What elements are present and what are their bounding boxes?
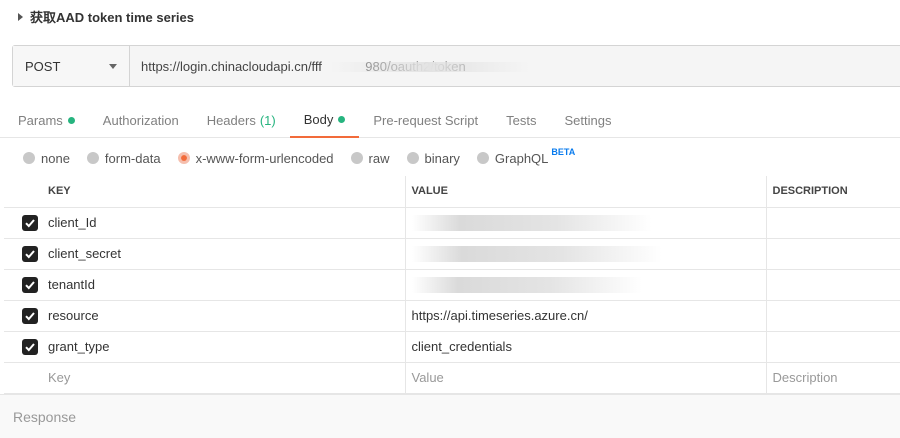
radio-circle[interactable]	[86, 152, 99, 164]
radio-label: x-www-form-urlencoded	[195, 150, 334, 166]
radio-circle[interactable]	[406, 152, 419, 164]
body-indicator-dot	[338, 116, 346, 123]
table-row-new: Key Value Description	[4, 362, 900, 394]
row-checkbox-cell	[4, 300, 42, 332]
row-description[interactable]	[766, 300, 900, 332]
table-header-row: KEY VALUE DESCRIPTION	[4, 176, 900, 208]
radio-form-data[interactable]: form-data	[86, 150, 161, 166]
description-input-placeholder[interactable]: Description	[766, 362, 900, 394]
header-checkbox-cell	[4, 176, 42, 208]
radio-circle-selected[interactable]	[177, 152, 190, 164]
tab-params[interactable]: Params	[0, 103, 89, 138]
redaction-blur	[411, 245, 662, 262]
row-checkbox-cell	[4, 238, 42, 270]
radio-label: form-data	[104, 150, 161, 166]
method-select[interactable]: POST	[13, 46, 130, 86]
radio-graphql[interactable]: GraphQL BETA	[476, 147, 575, 166]
row-value-redacted[interactable]	[405, 269, 767, 301]
tab-tests[interactable]: Tests	[492, 103, 550, 138]
params-indicator-dot	[67, 117, 75, 124]
radio-none[interactable]: none	[23, 151, 70, 166]
checkbox-checked-icon[interactable]	[22, 245, 38, 262]
tab-headers[interactable]: Headers (1)	[193, 103, 290, 138]
beta-badge: BETA	[551, 147, 576, 157]
key-input-placeholder[interactable]: Key	[42, 362, 406, 394]
table-row: resource https://api.timeseries.azure.cn…	[4, 300, 900, 332]
table-row: client_Id	[4, 207, 900, 239]
row-checkbox-cell	[4, 269, 42, 301]
request-title-row[interactable]: 获取AAD token time series	[0, 0, 900, 33]
table-row: grant_type client_credentials	[4, 331, 900, 363]
tab-body-label: Body	[303, 112, 334, 127]
header-description: DESCRIPTION	[766, 176, 900, 208]
tab-settings[interactable]: Settings	[550, 103, 625, 138]
row-key[interactable]: client_Id	[42, 207, 406, 239]
radio-x-www-form-urlencoded[interactable]: x-www-form-urlencoded	[177, 150, 334, 166]
response-label: Response	[13, 408, 77, 425]
header-key: KEY	[42, 176, 406, 208]
url-input[interactable]: https://login.chinacloudapi.cn/fff 980/o…	[130, 46, 900, 86]
body-type-selector: none form-data x-www-form-urlencoded raw…	[0, 145, 900, 171]
tab-body[interactable]: Body	[289, 103, 360, 138]
response-section[interactable]: Response	[0, 394, 900, 438]
redaction-blur	[411, 276, 642, 293]
headers-count: (1)	[259, 113, 276, 128]
redaction-blur	[411, 214, 652, 231]
row-value[interactable]: client_credentials	[405, 331, 767, 363]
row-checkbox-cell	[4, 331, 42, 363]
tab-tests-label: Tests	[506, 113, 537, 128]
header-value: VALUE	[405, 176, 767, 208]
row-key[interactable]: client_secret	[42, 238, 406, 270]
radio-label: raw	[368, 150, 390, 166]
checkbox-checked-icon[interactable]	[22, 338, 38, 355]
row-description[interactable]	[766, 269, 900, 301]
radio-circle[interactable]	[350, 152, 363, 164]
row-value-redacted[interactable]	[405, 207, 767, 239]
method-label: POST	[25, 58, 61, 74]
tab-params-label: Params	[18, 113, 63, 128]
tab-pre-request-script-label: Pre-request Script	[373, 113, 479, 128]
url-bar: POST https://login.chinacloudapi.cn/fff …	[12, 45, 900, 87]
radio-circle[interactable]	[23, 152, 35, 164]
row-key[interactable]: grant_type	[42, 331, 406, 363]
request-title: 获取AAD token time series	[30, 10, 194, 25]
row-description[interactable]	[766, 331, 900, 363]
chevron-down-icon	[109, 63, 117, 69]
value-input-placeholder[interactable]: Value	[405, 362, 767, 394]
checkbox-checked-icon[interactable]	[22, 276, 38, 293]
row-value[interactable]: https://api.timeseries.azure.cn/	[405, 300, 767, 332]
tab-settings-label: Settings	[564, 113, 612, 128]
row-description[interactable]	[766, 207, 900, 239]
radio-label: none	[41, 150, 70, 166]
caret-right-icon[interactable]	[18, 12, 23, 21]
tab-pre-request-script[interactable]: Pre-request Script	[359, 103, 492, 138]
row-checkbox-cell-empty	[4, 362, 42, 394]
radio-binary[interactable]: binary	[406, 150, 460, 166]
row-value-redacted[interactable]	[405, 238, 767, 270]
table-row: tenantId	[4, 269, 900, 301]
radio-circle[interactable]	[476, 152, 489, 164]
checkbox-checked-icon[interactable]	[22, 307, 38, 324]
row-key[interactable]: tenantId	[42, 269, 406, 301]
radio-label: binary	[424, 150, 460, 166]
checkbox-checked-icon[interactable]	[22, 214, 38, 231]
tab-authorization[interactable]: Authorization	[89, 103, 193, 138]
row-description[interactable]	[766, 238, 900, 270]
tab-authorization-label: Authorization	[102, 113, 179, 128]
url-redaction	[330, 62, 530, 72]
table-row: client_secret	[4, 238, 900, 270]
tab-headers-label: Headers	[206, 113, 256, 128]
request-tabs: Params Authorization Headers (1) Body Pr…	[0, 103, 900, 138]
params-table: KEY VALUE DESCRIPTION client_Id client_s…	[4, 176, 900, 394]
radio-raw[interactable]: raw	[350, 150, 390, 166]
radio-label: GraphQL	[494, 150, 549, 166]
row-checkbox-cell	[4, 207, 42, 239]
row-key[interactable]: resource	[42, 300, 406, 332]
